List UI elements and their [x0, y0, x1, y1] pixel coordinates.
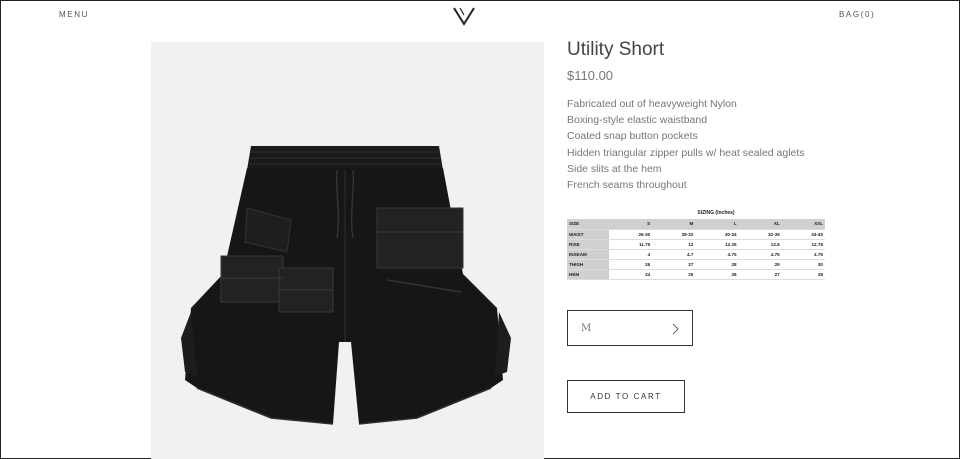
sizing-chart: SIZING (Inches) SIZE S M L XL XXL WAIST …	[567, 210, 825, 280]
product-price: $110.00	[567, 68, 614, 83]
feature-item: Boxing-style elastic waistband	[567, 114, 708, 127]
size-select-value: M	[581, 323, 592, 334]
logo-icon[interactable]	[452, 6, 476, 26]
sizing-row-label: THIGH	[567, 259, 609, 270]
sizing-cell: 4.75	[781, 249, 825, 260]
sizing-cell: 25	[652, 269, 696, 280]
feature-item: French seams throughout	[567, 179, 687, 192]
sizing-row: INSEAM 4 4.7 4.75 4.75 4.75	[567, 249, 825, 260]
sizing-cell: 30-34	[695, 229, 739, 240]
feature-item: Coated snap button pockets	[567, 130, 698, 143]
sizing-row-label: HEM	[567, 269, 609, 280]
sizing-cell: 34-40	[781, 229, 825, 240]
sizing-header-cell: SIZE	[567, 219, 609, 230]
sizing-cell: 26	[695, 269, 739, 280]
feature-item: Hidden triangular zipper pulls w/ heat s…	[567, 146, 805, 159]
sizing-cell: 11.75	[609, 239, 653, 250]
sizing-cell: 12.75	[781, 239, 825, 250]
sizing-cell: 4.75	[695, 249, 739, 260]
feature-item: Side slits at the hem	[567, 162, 662, 175]
sizing-cell: 4.75	[738, 249, 782, 260]
sizing-row: HEM 24 25 26 27 28	[567, 269, 825, 280]
sizing-cell: 4.7	[652, 249, 696, 260]
sizing-cell: 28	[695, 259, 739, 270]
sizing-header-cell: L	[695, 219, 739, 230]
chevron-right-icon	[672, 323, 679, 335]
sizing-title: SIZING (Inches)	[697, 210, 735, 216]
sizing-row: THIGH 26 27 28 29 30	[567, 259, 825, 270]
sizing-header-cell: S	[609, 219, 653, 230]
sizing-table: SIZE S M L XL XXL WAIST 26-30 28-32 30-3…	[567, 219, 825, 280]
add-to-cart-button[interactable]: ADD TO CART	[567, 380, 685, 413]
sizing-cell: 30	[781, 259, 825, 270]
sizing-header-row: SIZE S M L XL XXL	[567, 219, 825, 230]
product-image	[151, 42, 544, 459]
sizing-cell: 28	[781, 269, 825, 280]
sizing-row: RISE 11.75 12 12.25 12.5 12.75	[567, 239, 825, 250]
sizing-header-cell: M	[652, 219, 696, 230]
sizing-cell: 26	[609, 259, 653, 270]
feature-item: Fabricated out of heavyweight Nylon	[567, 98, 737, 110]
menu-button[interactable]: MENU	[59, 10, 89, 19]
sizing-header-cell: XL	[738, 219, 782, 230]
sizing-cell: 28-32	[652, 229, 696, 240]
sizing-cell: 24	[609, 269, 653, 280]
sizing-header-cell: XXL	[781, 219, 825, 230]
sizing-row-label: WAIST	[567, 229, 609, 240]
sizing-row-label: INSEAM	[567, 249, 609, 260]
feature-list: Fabricated out of heavyweight Nylon Boxi…	[567, 96, 805, 193]
size-select[interactable]: M	[567, 310, 693, 346]
product-title: Utility Short	[567, 39, 665, 60]
sizing-row: WAIST 26-30 28-32 30-34 32-36 34-40	[567, 229, 825, 240]
sizing-cell: 29	[738, 259, 782, 270]
sizing-cell: 12	[652, 239, 696, 250]
sizing-cell: 12.5	[738, 239, 782, 250]
sizing-cell: 27	[738, 269, 782, 280]
bag-button[interactable]: BAG(0)	[839, 10, 875, 19]
sizing-cell: 26-30	[609, 229, 653, 240]
shorts-illustration	[181, 146, 511, 425]
sizing-cell: 12.25	[695, 239, 739, 250]
sizing-cell: 32-36	[738, 229, 782, 240]
sizing-cell: 4	[609, 249, 653, 260]
sizing-cell: 27	[652, 259, 696, 270]
sizing-row-label: RISE	[567, 239, 609, 250]
